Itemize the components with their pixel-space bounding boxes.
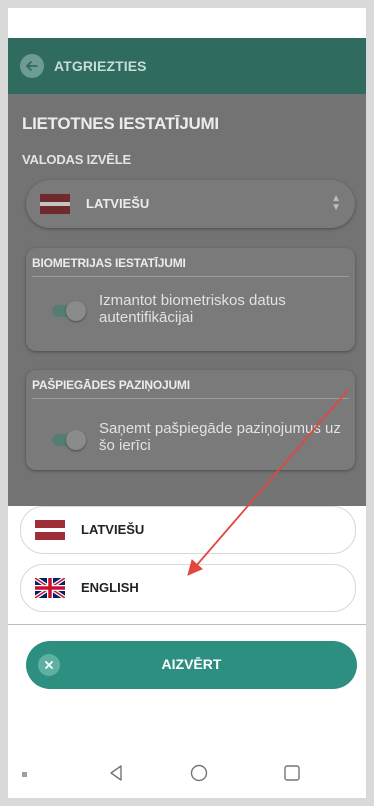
uk-flag-icon (35, 578, 65, 598)
biometrics-card: BIOMETRIJAS IESTATĪJUMI Izmantot biometr… (26, 248, 355, 351)
back-button[interactable] (20, 54, 44, 78)
language-heading: VALODAS IZVĒLE (22, 152, 131, 167)
notifications-card: PAŠPIEGĀDES PAZIŅOJUMI Saņemt pašpiegāde… (26, 370, 355, 470)
close-button[interactable]: AIZVĒRT (26, 641, 357, 689)
select-arrows-icon: ▲ ▼ (331, 193, 341, 213)
arrow-left-icon (26, 61, 38, 71)
biometrics-toggle-label: Izmantot biometriskos datus autentifikāc… (99, 292, 286, 326)
phone-screen: ATGRIEZTIES LIETOTNES IESTATĪJUMI VALODA… (8, 8, 366, 798)
status-bar (8, 8, 366, 38)
page-title: LIETOTNES IESTATĪJUMI (22, 114, 219, 133)
back-triangle-icon[interactable] (108, 764, 124, 782)
biometrics-title: BIOMETRIJAS IESTATĪJUMI (32, 256, 186, 270)
sheet-divider (8, 624, 366, 625)
language-option-label: LATVIEŠU (81, 522, 145, 537)
language-option-english[interactable]: ENGLISH (20, 564, 356, 612)
card-divider (32, 276, 349, 277)
notifications-title: PAŠPIEGĀDES PAZIŅOJUMI (32, 378, 190, 392)
language-option-latvian[interactable]: LATVIEŠU (20, 506, 356, 554)
app-bar: ATGRIEZTIES (8, 38, 366, 94)
settings-content-dimmed: LIETOTNES IESTATĪJUMI VALODAS IZVĒLE LAT… (8, 94, 366, 506)
close-button-label: AIZVĒRT (161, 656, 222, 672)
home-circle-icon[interactable] (190, 764, 208, 782)
system-nav-bar (8, 750, 366, 798)
notifications-toggle[interactable] (52, 430, 86, 450)
back-label[interactable]: ATGRIEZTIES (54, 58, 147, 74)
language-select[interactable]: LATVIEŠU ▲ ▼ (26, 180, 355, 228)
language-option-label: ENGLISH (81, 580, 139, 595)
notifications-toggle-label: Saņemt pašpiegāde paziņojumus uz šo ierī… (99, 420, 341, 454)
latvia-flag-icon (35, 520, 65, 540)
latvia-flag-icon (40, 194, 70, 214)
language-select-value: LATVIEŠU (86, 196, 150, 211)
recents-square-icon[interactable] (283, 764, 301, 782)
menu-dot-icon[interactable] (22, 772, 27, 777)
card-divider (32, 398, 349, 399)
biometrics-toggle[interactable] (52, 301, 86, 321)
